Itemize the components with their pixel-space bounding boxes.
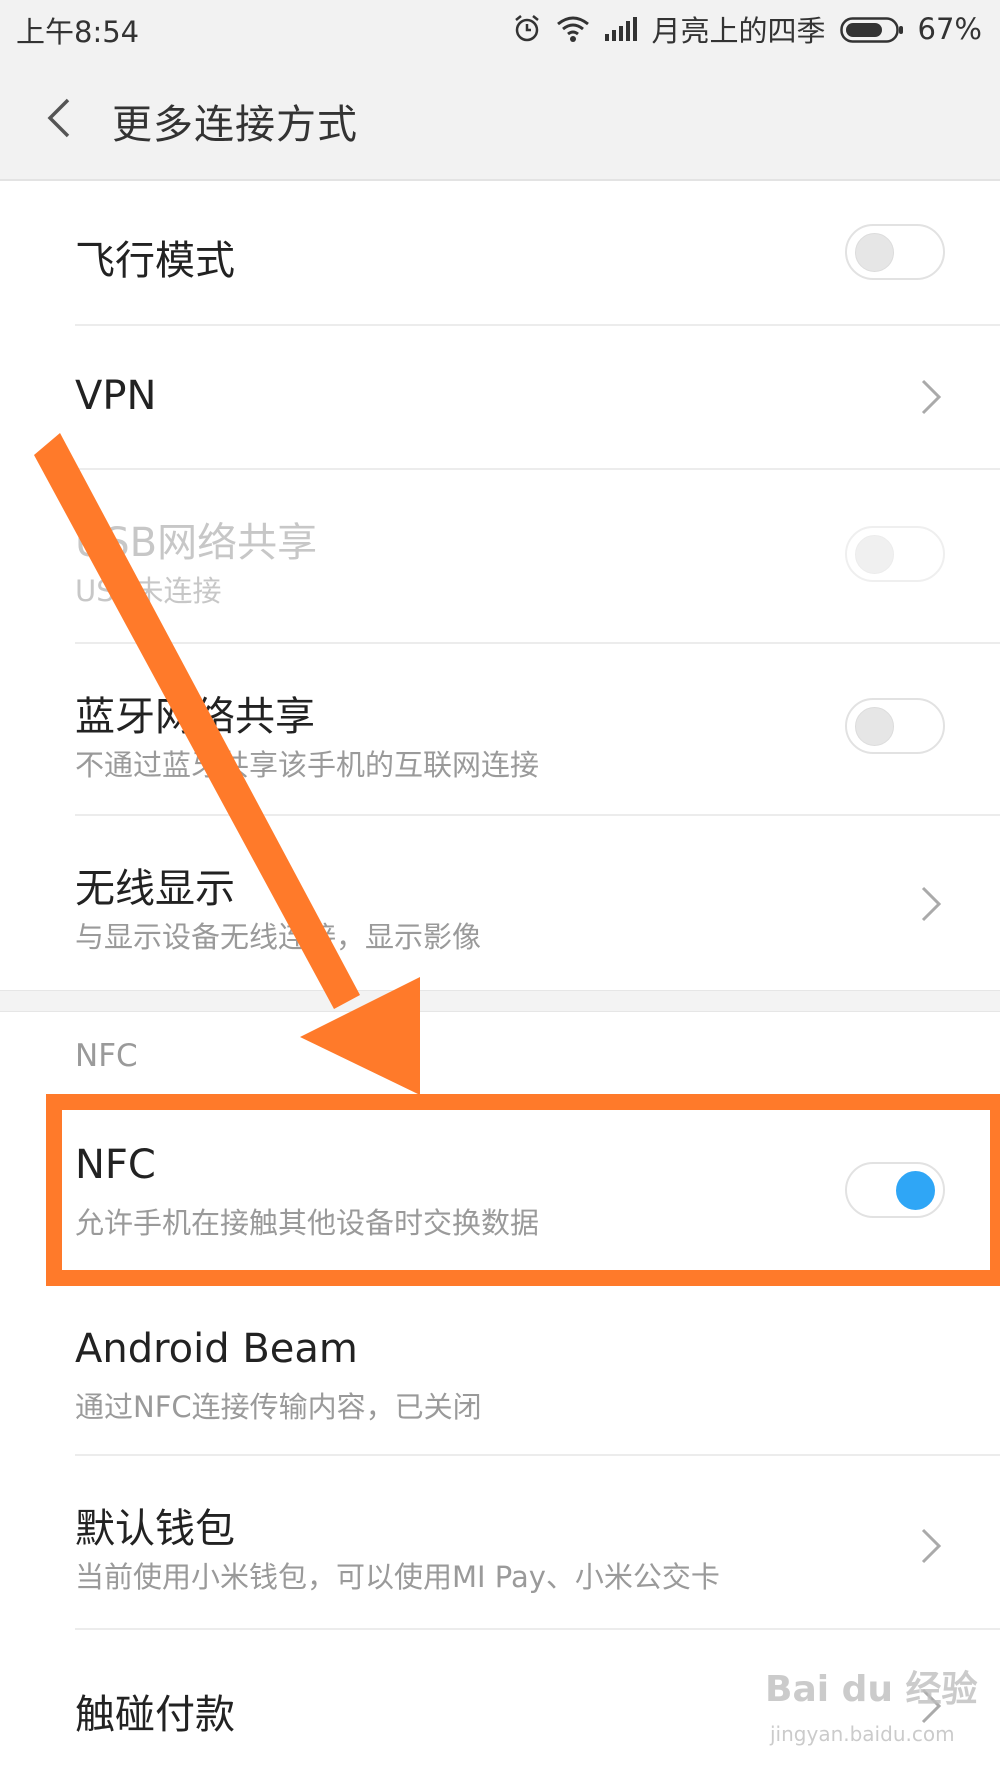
battery-icon bbox=[839, 16, 904, 43]
wifi-icon bbox=[556, 15, 590, 43]
row-wireless-display[interactable]: 无线显示 与显示设备无线连接，显示影像 bbox=[0, 816, 1000, 990]
bluetooth-tether-label: 蓝牙网络共享 bbox=[75, 694, 315, 740]
row-vpn[interactable]: VPN bbox=[0, 326, 1000, 468]
usb-tether-subtitle: USB未连接 bbox=[75, 574, 222, 608]
chevron-right-icon bbox=[921, 886, 942, 922]
toggle-knob bbox=[855, 535, 894, 574]
toggle-knob bbox=[855, 707, 894, 746]
toggle-knob bbox=[855, 233, 894, 272]
battery-percent: 67% bbox=[917, 12, 982, 46]
page-title: 更多连接方式 bbox=[112, 102, 358, 148]
row-airplane-mode[interactable]: 飞行模式 bbox=[0, 180, 1000, 324]
vpn-label: VPN bbox=[75, 373, 157, 419]
wireless-display-subtitle: 与显示设备无线连接，显示影像 bbox=[75, 920, 482, 954]
row-bluetooth-tether[interactable]: 蓝牙网络共享 不通过蓝牙共享该手机的互联网连接 bbox=[0, 644, 1000, 814]
highlight-box bbox=[46, 1094, 1000, 1286]
signal-icon bbox=[604, 16, 638, 42]
android-beam-subtitle: 通过NFC连接传输内容，已关闭 bbox=[75, 1390, 482, 1424]
chevron-right-icon bbox=[921, 1528, 942, 1564]
status-bar: 上午8:54 月亮上的四季 67% bbox=[0, 0, 1000, 58]
watermark-url: jingyan.baidu.com bbox=[770, 1722, 955, 1746]
nfc-section-title: NFC bbox=[75, 1038, 138, 1074]
usb-tether-toggle bbox=[845, 526, 945, 582]
wireless-display-label: 无线显示 bbox=[75, 866, 235, 912]
row-usb-tether: USB网络共享 USB未连接 bbox=[0, 470, 1000, 642]
alarm-icon bbox=[512, 14, 542, 44]
row-android-beam[interactable]: Android Beam 通过NFC连接传输内容，已关闭 bbox=[0, 1296, 1000, 1454]
section-separator bbox=[0, 990, 1000, 1012]
default-wallet-subtitle: 当前使用小米钱包，可以使用MI Pay、小米公交卡 bbox=[75, 1560, 720, 1594]
back-chevron-icon[interactable] bbox=[38, 88, 88, 148]
airplane-mode-label: 飞行模式 bbox=[75, 238, 235, 284]
default-wallet-label: 默认钱包 bbox=[75, 1506, 235, 1552]
status-time: 上午8:54 bbox=[16, 15, 140, 49]
airplane-mode-toggle[interactable] bbox=[845, 224, 945, 280]
android-beam-label: Android Beam bbox=[75, 1326, 358, 1372]
row-default-wallet[interactable]: 默认钱包 当前使用小米钱包，可以使用MI Pay、小米公交卡 bbox=[0, 1456, 1000, 1628]
chevron-right-icon bbox=[921, 379, 942, 415]
bluetooth-tether-subtitle: 不通过蓝牙共享该手机的互联网连接 bbox=[75, 748, 540, 782]
usb-tether-label: USB网络共享 bbox=[75, 520, 318, 566]
watermark-logo: Bai du 经验 bbox=[765, 1669, 978, 1710]
status-icons: 月亮上的四季 67% bbox=[498, 9, 982, 49]
tap-to-pay-label: 触碰付款 bbox=[75, 1692, 235, 1738]
carrier-name: 月亮上的四季 bbox=[651, 14, 826, 48]
bluetooth-tether-toggle[interactable] bbox=[845, 698, 945, 754]
app-header: 更多连接方式 bbox=[0, 58, 1000, 181]
